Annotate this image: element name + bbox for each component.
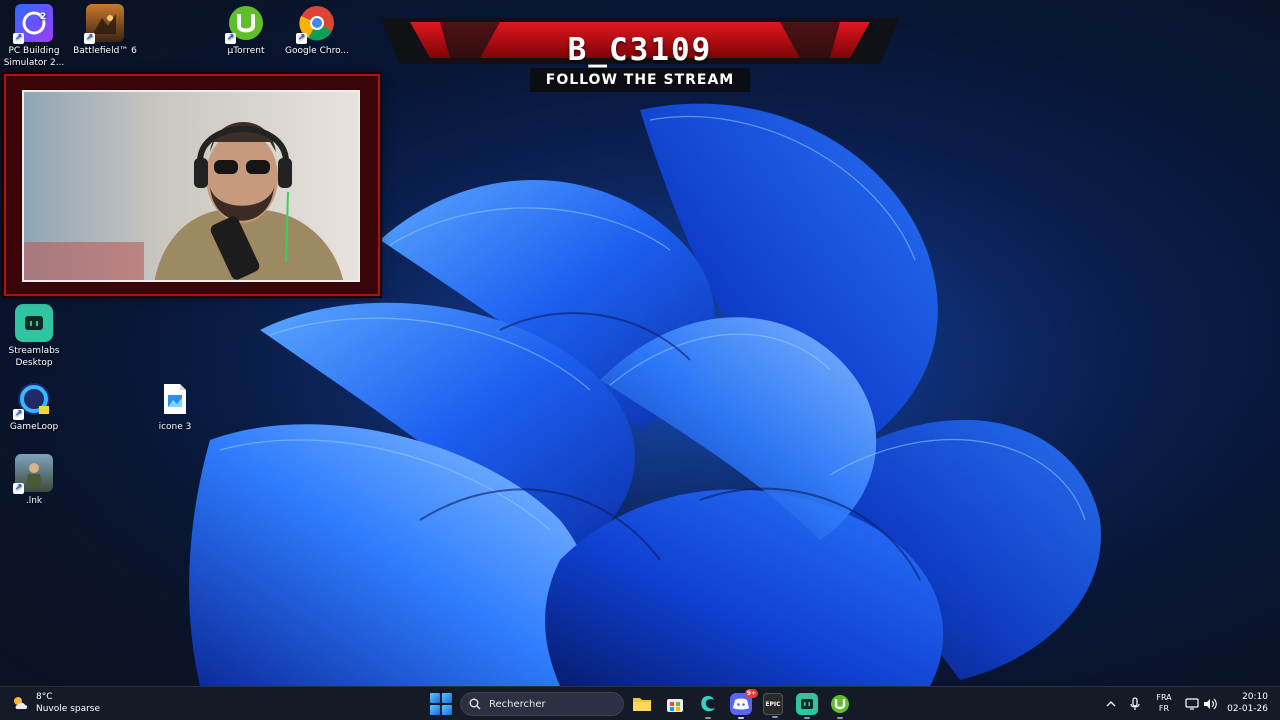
chevron-up-icon — [1106, 701, 1116, 707]
taskbar-microsoft-store[interactable] — [664, 693, 686, 715]
desktop-icon-streamlabs[interactable]: Streamlabs Desktop — [0, 304, 70, 369]
stream-title-banner: B_C3109 FOLLOW THE STREAM — [380, 14, 900, 96]
utorrent-icon: ↗ — [225, 4, 265, 44]
desktop-icon-label: icone 3 — [158, 422, 192, 432]
image-file-icon — [156, 380, 194, 418]
system-clock[interactable]: 20:10 02-01-26 — [1222, 691, 1274, 715]
weather-temperature: 8°C — [36, 692, 53, 702]
discord-icon — [733, 698, 749, 710]
epic-games-icon: EPIC — [765, 700, 781, 708]
pubg-shortcut-icon: ↗ — [13, 454, 53, 494]
desktop-icon-google-chrome[interactable]: ↗ Google Chro... — [281, 4, 353, 57]
stream-tagline: FOLLOW THE STREAM — [545, 72, 735, 88]
desktop-icon-label: PC Building Simulator 2... — [3, 46, 65, 68]
desktop-icon-label: .lnk — [25, 496, 43, 506]
windows-logo-icon — [430, 693, 440, 703]
streamer-name: B_C3109 — [567, 32, 713, 68]
desktop-icon-battlefield[interactable]: ↗ Battlefield™ 6 — [69, 4, 141, 57]
start-button[interactable] — [430, 693, 452, 715]
search-icon — [469, 698, 481, 710]
input-language-indicator[interactable]: FRA FR — [1152, 692, 1176, 714]
desktop-icon-pubg-shortcut[interactable]: ↗ .lnk — [0, 454, 70, 507]
taskbar-utorrent[interactable] — [829, 693, 851, 719]
desktop-icon-pc-building-simulator[interactable]: 2 ↗ PC Building Simulator 2... — [0, 4, 70, 69]
weather-widget[interactable]: 8°C Nuvole sparse — [12, 691, 100, 715]
svg-text:2: 2 — [40, 12, 46, 22]
desktop-icon-gameloop[interactable]: ↗ GameLoop — [0, 380, 70, 433]
gameloop-icon: ↗ — [13, 380, 53, 420]
keyboard-layout: FR — [1158, 704, 1170, 713]
streamlabs-icon — [15, 304, 53, 342]
clock-time: 20:10 — [1242, 692, 1268, 702]
webcam-overlay — [4, 74, 380, 296]
taskbar-browser[interactable] — [697, 693, 719, 719]
speaker-icon — [1204, 698, 1217, 710]
taskbar-search[interactable]: Rechercher — [460, 692, 624, 716]
weather-partly-cloudy-icon — [14, 697, 28, 709]
microphone-status[interactable] — [1126, 687, 1144, 720]
weather-condition: Nuvole sparse — [36, 704, 101, 714]
volume-control[interactable] — [1202, 687, 1218, 720]
taskbar-epic-games[interactable]: EPIC — [763, 693, 783, 718]
taskbar-streamlabs[interactable] — [796, 693, 818, 719]
microsoft-store-icon — [667, 699, 683, 712]
google-chrome-icon: ↗ — [296, 4, 336, 44]
file-explorer-icon — [633, 698, 651, 711]
streamlabs-icon — [801, 699, 813, 709]
desktop-icon-utorrent[interactable]: ↗ µTorrent — [210, 4, 282, 57]
desktop-icon-label: µTorrent — [227, 46, 265, 56]
clock-date: 02-01-26 — [1227, 704, 1268, 714]
utorrent-icon — [831, 695, 849, 713]
taskbar-file-explorer[interactable] — [631, 693, 653, 715]
language-code: FRA — [1156, 693, 1172, 702]
taskbar: 8°C Nuvole sparse Rechercher 9+ EPIC FRA… — [0, 686, 1280, 720]
browser-icon — [701, 696, 715, 712]
battlefield-icon: ↗ — [84, 4, 124, 44]
desktop-icon-image-file[interactable]: icone 3 — [139, 380, 211, 433]
desktop-icon-label: Google Chro... — [284, 46, 350, 56]
desktop-icon-label: GameLoop — [9, 422, 59, 432]
network-icon — [1185, 698, 1199, 710]
desktop-icon-label: Battlefield™ 6 — [73, 46, 137, 56]
microphone-icon — [1130, 697, 1140, 710]
webcam-feed — [22, 90, 360, 282]
show-hidden-icons-button[interactable] — [1102, 687, 1120, 720]
desktop-icon-label: Streamlabs Desktop — [8, 346, 60, 368]
pc-building-simulator-icon: 2 ↗ — [13, 4, 53, 44]
taskbar-discord[interactable]: 9+ — [730, 689, 758, 719]
search-placeholder: Rechercher — [489, 698, 546, 710]
discord-notification-badge: 9+ — [744, 689, 758, 698]
network-status[interactable] — [1184, 687, 1200, 720]
